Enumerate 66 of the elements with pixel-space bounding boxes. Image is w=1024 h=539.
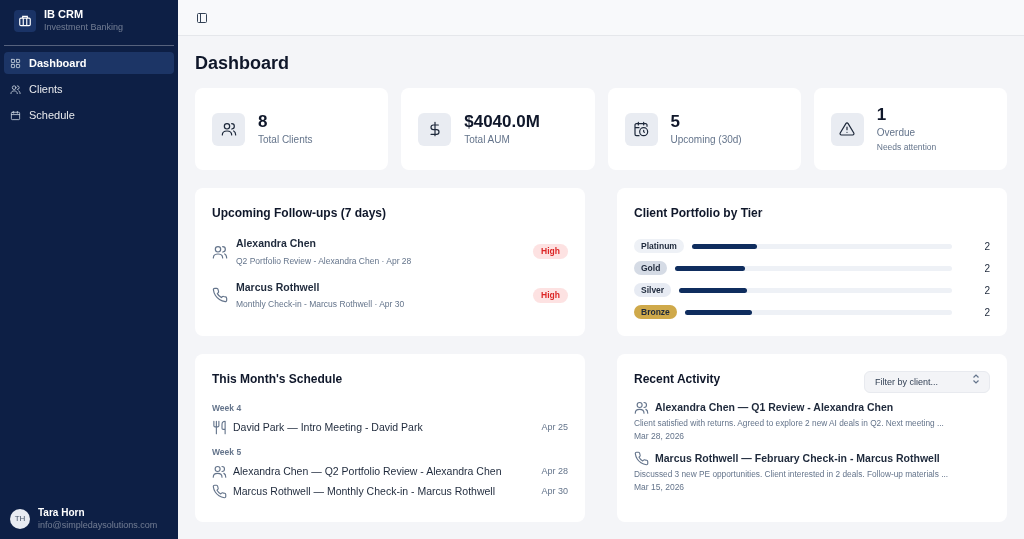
schedule-date: Apr 30 — [541, 484, 568, 498]
grid-icon — [10, 57, 21, 69]
followup-detail: Monthly Check-in - Marcus Rothwell · Apr 30 — [236, 298, 406, 311]
contact-name: Alexandra Chen — [236, 236, 317, 251]
stat-label: Total AUM — [464, 133, 511, 147]
schedule-date: Apr 25 — [541, 421, 568, 434]
activity-date: Mar 15, 2026 — [634, 481, 686, 494]
app-subtitle: Investment Banking — [44, 21, 124, 33]
stat-label: Total Clients — [258, 133, 313, 147]
tier-badge: Platinum — [634, 238, 684, 254]
user-email: info@simpledaysolutions.com — [38, 519, 158, 531]
activity-title: Marcus Rothwell — February Check-in - Marcus Rothwell — [655, 450, 940, 466]
priority-badge: High — [533, 244, 568, 260]
utensils-icon — [212, 420, 227, 436]
user-avatar: TH — [10, 509, 30, 530]
calendar-clock-icon — [633, 121, 649, 137]
week-label: Week 5 — [212, 445, 243, 459]
phone-icon — [634, 451, 649, 467]
contact-name: Marcus Rothwell — [236, 279, 321, 295]
phone-icon — [212, 484, 227, 499]
user-name: Tara Horn — [38, 507, 86, 520]
users-icon — [220, 121, 237, 137]
users-icon — [212, 243, 228, 260]
calendar-icon — [10, 109, 21, 121]
page-title: Dashboard — [195, 52, 291, 74]
card-title: This Month's Schedule — [212, 371, 344, 388]
users-icon — [212, 464, 227, 479]
chevron-updown-icon — [972, 374, 980, 384]
stat-value: 1 — [876, 104, 888, 125]
nav-item[interactable]: Dashboard — [4, 52, 174, 74]
card-title: Recent Activity — [634, 371, 721, 388]
stat-label: Overdue — [876, 126, 917, 140]
schedule-date: Apr 28 — [541, 464, 568, 478]
tier-badge: Bronze — [634, 304, 677, 320]
tier-badge: Gold — [634, 260, 668, 276]
followup-detail: Q2 Portfolio Review - Alexandra Chen · Apr 28 — [236, 254, 413, 268]
tier-count: 2 — [983, 283, 990, 298]
week-label: Week 4 — [212, 402, 243, 415]
activity-title: Alexandra Chen — Q1 Review - Alexandra Chen — [655, 400, 894, 415]
stat-value: 8 — [258, 111, 269, 132]
stat-note: Needs attention — [876, 142, 937, 154]
users-icon — [10, 83, 21, 95]
stat-value: $4040.0M — [464, 111, 540, 132]
app-title: IB CRM — [44, 8, 85, 22]
activity-note: Client satisfied with returns. Agreed to explore 2 new AI deals in Q2. Next meeting ... — [634, 416, 945, 430]
activity-note: Discussed 3 new PE opportunities. Client interested in 2 deals. Follow-up materials ... — [634, 467, 950, 481]
tier-count: 2 — [983, 305, 990, 320]
tier-badge: Silver — [634, 282, 672, 298]
warning-icon — [839, 121, 856, 137]
stat-value: 5 — [670, 111, 681, 132]
tier-count: 2 — [983, 239, 990, 254]
users-icon — [634, 400, 649, 416]
card-title: Upcoming Follow-ups (7 days) — [212, 205, 387, 222]
schedule-entry: Alexandra Chen — Q2 Portfolio Review - Alexandra Chen — [233, 463, 503, 479]
stat-label: Upcoming (30d) — [670, 133, 742, 147]
nav-item[interactable]: Clients — [4, 78, 174, 100]
tier-count: 2 — [983, 261, 990, 276]
nav-item[interactable]: Schedule — [4, 104, 174, 126]
priority-badge: High — [533, 287, 568, 303]
briefcase-icon — [14, 9, 36, 32]
activity-date: Mar 28, 2026 — [634, 430, 686, 443]
client-filter-select[interactable]: Filter by client... — [864, 371, 990, 393]
schedule-entry: Marcus Rothwell — Monthly Check-in - Marcus Rothwell — [233, 483, 496, 499]
schedule-entry: David Park — Intro Meeting - David Park — [233, 419, 424, 435]
card-title: Client Portfolio by Tier — [634, 205, 764, 222]
phone-icon — [212, 287, 228, 304]
